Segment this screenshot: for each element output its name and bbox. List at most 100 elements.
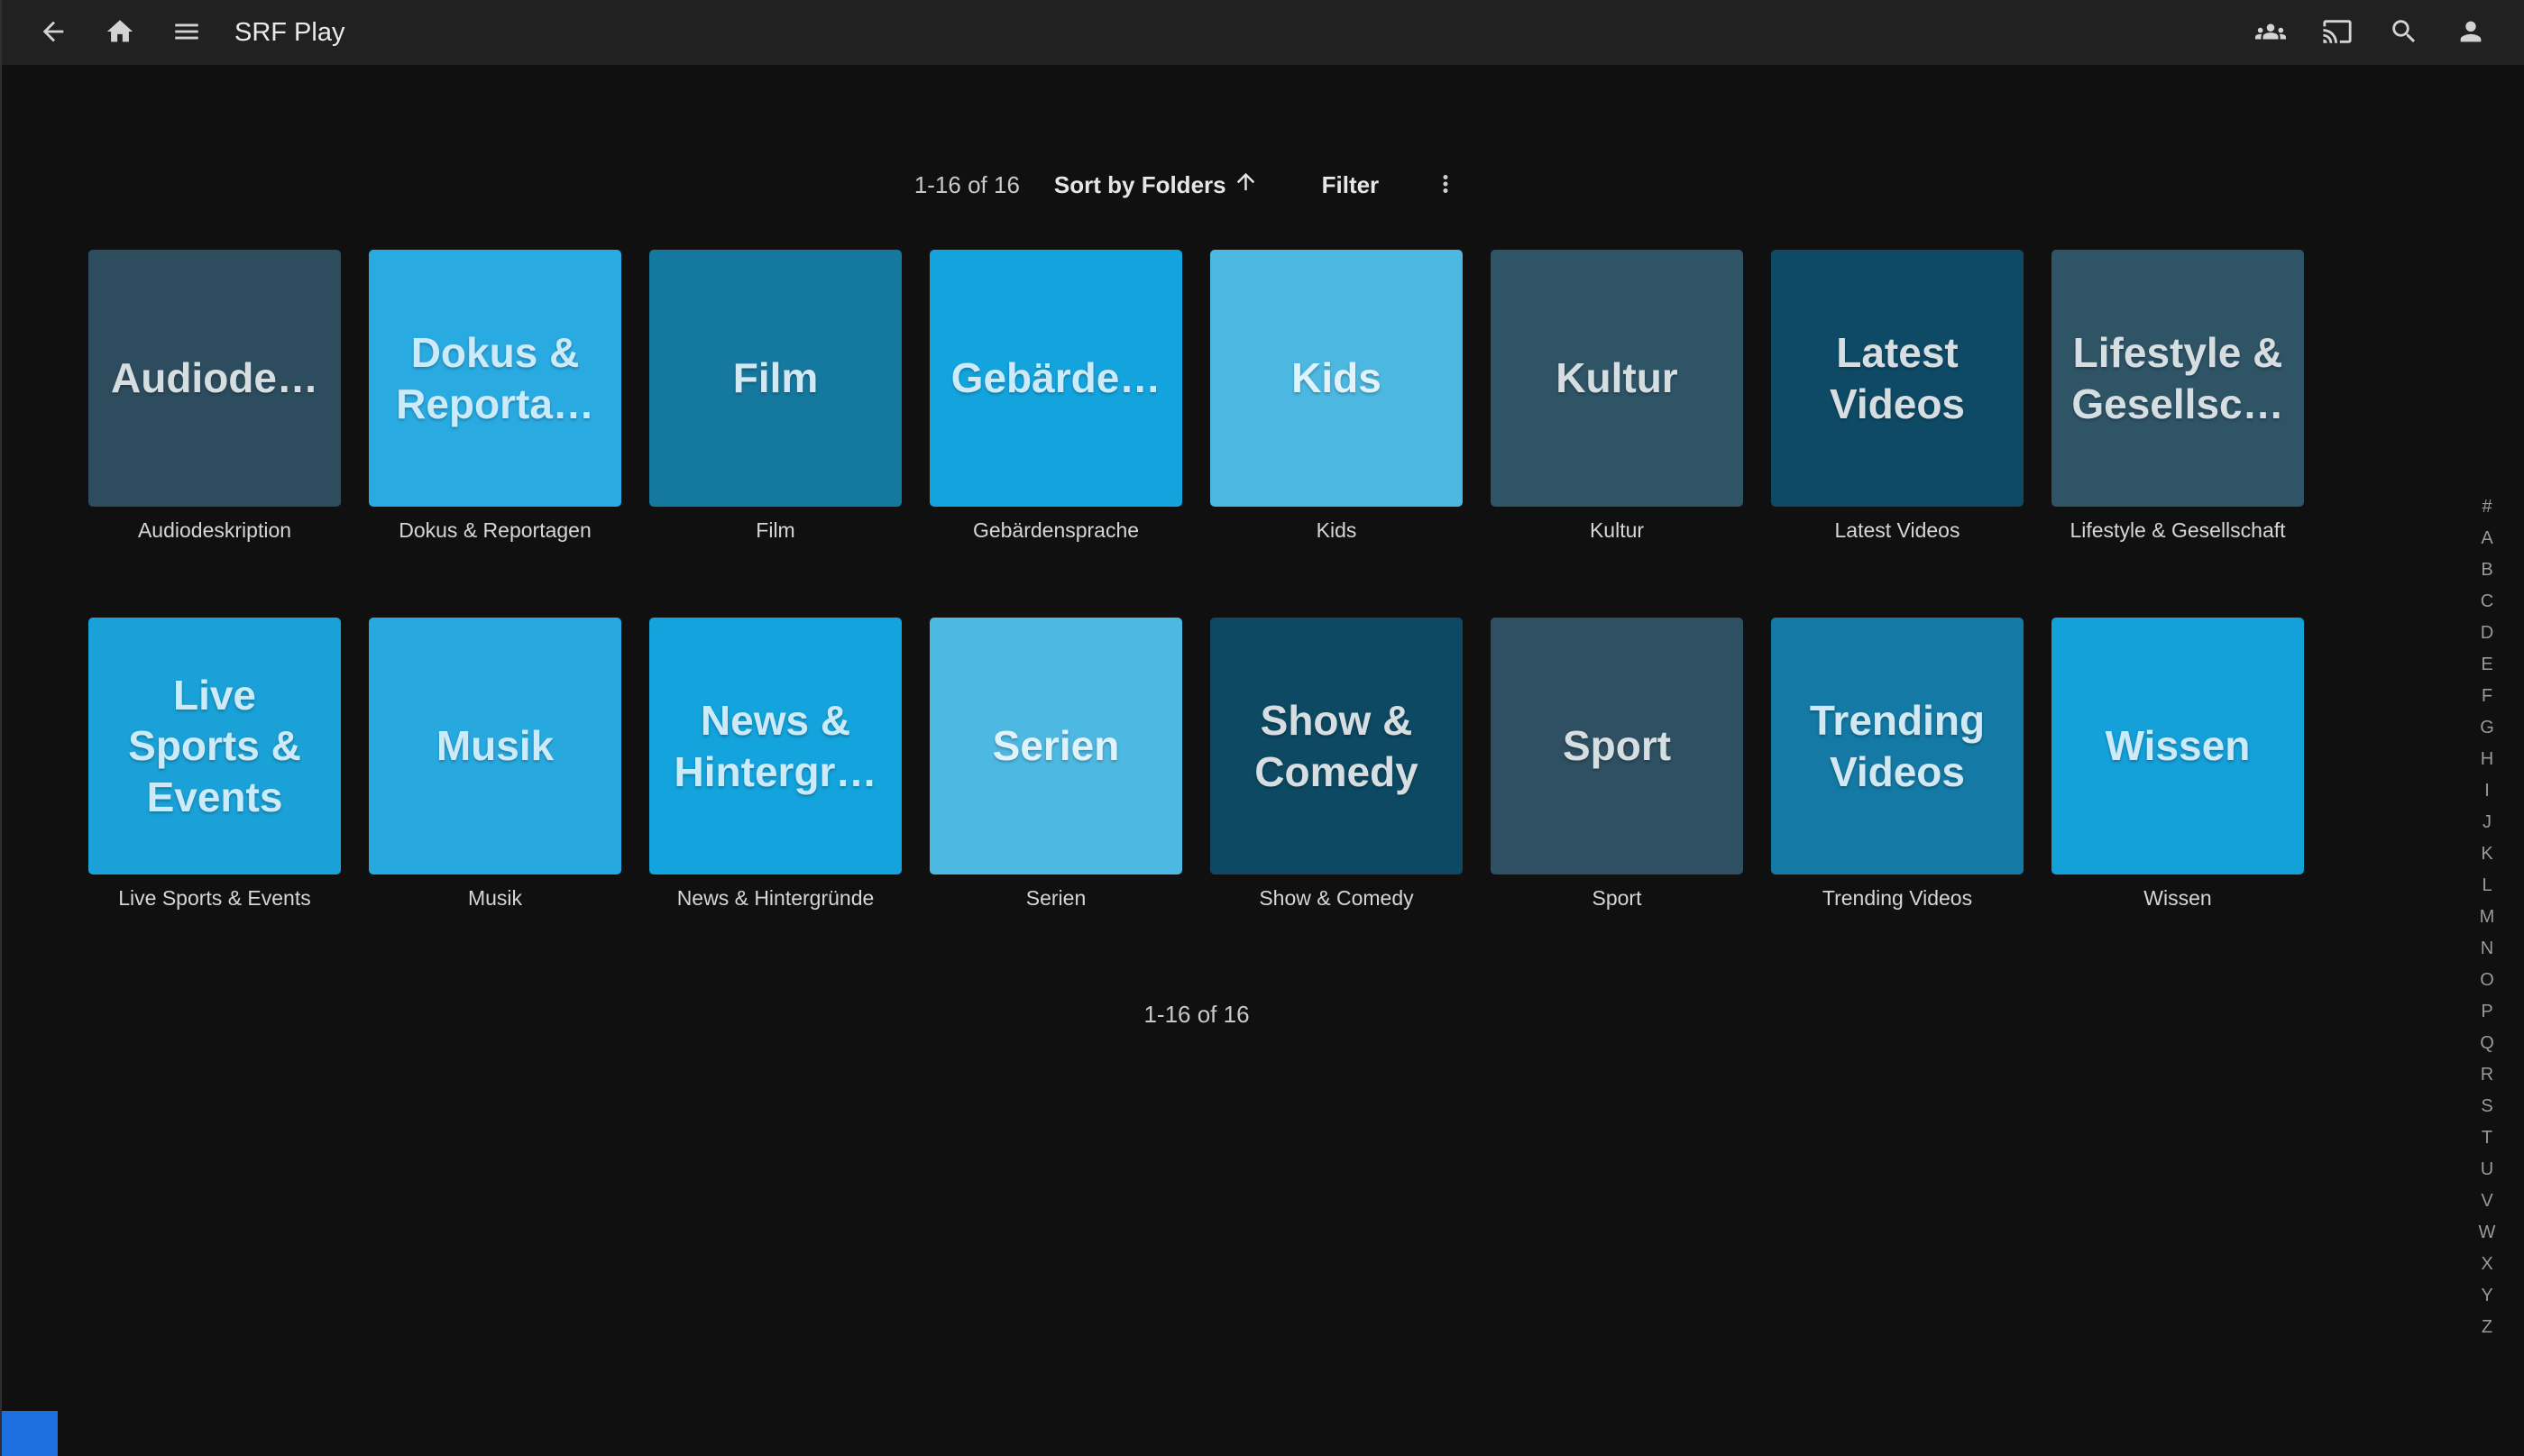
folder-card-label: Serien [930, 885, 1182, 911]
folder-card-label: Wissen [2051, 885, 2304, 911]
folder-card[interactable]: Sport [1491, 618, 1743, 875]
search-button[interactable] [2381, 9, 2428, 56]
folder-card-label: Latest Videos [1771, 517, 2024, 543]
alphabet-letter[interactable]: # [2469, 491, 2505, 523]
sort-button[interactable]: Sort by Folders [1054, 169, 1259, 201]
folder-card-cell: Gebärde…Gebärdensprache [930, 250, 1182, 543]
folder-card[interactable]: Audiode… [88, 250, 341, 507]
kebab-menu-icon [1432, 170, 1459, 200]
alphabet-letter[interactable]: S [2469, 1091, 2505, 1122]
folder-card-cell: News & Hintergr… News & Hintergründe [649, 618, 902, 911]
alphabet-letter[interactable]: V [2469, 1186, 2505, 1217]
filter-button[interactable]: Filter [1322, 171, 1380, 199]
folder-card[interactable]: Live Sports & Events [88, 618, 341, 875]
home-button[interactable] [96, 9, 143, 56]
folder-card-cell: Kultur Kultur [1491, 250, 1743, 543]
alphabet-letter[interactable]: K [2469, 838, 2505, 870]
alphabet-letter[interactable]: F [2469, 681, 2505, 712]
folder-card-title: Serien [993, 720, 1120, 771]
back-button[interactable] [30, 9, 77, 56]
alphabet-letter[interactable]: C [2469, 586, 2505, 618]
alphabet-letter[interactable]: Y [2469, 1280, 2505, 1312]
alphabet-letter[interactable]: J [2469, 807, 2505, 838]
alphabet-letter[interactable]: T [2469, 1122, 2505, 1154]
folder-card-title: Sport [1563, 720, 1671, 771]
folder-card[interactable]: Gebärde… [930, 250, 1182, 507]
folder-card-label: Show & Comedy [1210, 885, 1463, 911]
alphabet-letter[interactable]: A [2469, 523, 2505, 554]
folder-card[interactable]: Wissen [2051, 618, 2304, 875]
folder-card-label: News & Hintergründe [649, 885, 902, 911]
folder-card-title: Lifestyle & Gesellsc… [2071, 327, 2283, 428]
folder-card-cell: Wissen Wissen [2051, 618, 2304, 911]
cast-icon [2322, 16, 2353, 50]
alphabet-letter[interactable]: L [2469, 870, 2505, 902]
folder-card-cell: Musik Musik [369, 618, 621, 911]
folder-card[interactable]: Trending Videos [1771, 618, 2024, 875]
alphabet-letter[interactable]: Q [2469, 1028, 2505, 1059]
folder-card-cell: FilmFilm [649, 250, 902, 543]
alphabet-letter[interactable]: X [2469, 1249, 2505, 1280]
folder-card[interactable]: Latest Videos [1771, 250, 2024, 507]
folder-card-title: News & Hintergr… [675, 695, 877, 796]
folder-card-label: Live Sports & Events [88, 885, 341, 911]
back-icon [38, 16, 69, 50]
home-icon [105, 16, 135, 50]
folder-card-title: Gebärde… [951, 353, 1161, 403]
search-icon [2389, 16, 2419, 50]
syncplay-button[interactable] [2247, 9, 2294, 56]
alphabet-letter[interactable]: U [2469, 1154, 2505, 1186]
folder-card-label: Dokus & Reportagen [369, 517, 621, 543]
folder-card-title: Musik [436, 720, 554, 771]
folder-card-cell: Dokus & Reporta… Dokus & Reportagen [369, 250, 621, 543]
cast-button[interactable] [2314, 9, 2361, 56]
syncplay-group-icon [2255, 16, 2286, 50]
alphabet-letter[interactable]: N [2469, 933, 2505, 965]
folder-card-label: Musik [369, 885, 621, 911]
folder-card-title: Show & Comedy [1254, 695, 1418, 796]
folder-card-title: Film [733, 353, 819, 403]
folder-card[interactable]: Kids [1210, 250, 1463, 507]
folder-card[interactable]: Kultur [1491, 250, 1743, 507]
folder-card-title: Audiode… [111, 353, 318, 403]
alphabet-letter[interactable]: W [2469, 1217, 2505, 1249]
alphabet-letter[interactable]: O [2469, 965, 2505, 996]
folder-card[interactable]: Film [649, 250, 902, 507]
page-title: SRF Play [234, 18, 344, 48]
folder-card-title: Dokus & Reporta… [396, 327, 594, 428]
alphabet-letter[interactable]: R [2469, 1059, 2505, 1091]
folder-card-label: Audiodeskription [88, 517, 341, 543]
window-edge-line [0, 0, 2, 1456]
folder-card[interactable]: Lifestyle & Gesellsc… [2051, 250, 2304, 507]
alphabet-letter[interactable]: B [2469, 554, 2505, 586]
alphabet-letter[interactable]: E [2469, 649, 2505, 681]
top-bar: SRF Play [0, 0, 2524, 65]
alphabet-letter[interactable]: H [2469, 744, 2505, 775]
folder-card-label: Sport [1491, 885, 1743, 911]
alphabet-letter[interactable]: M [2469, 902, 2505, 933]
folder-card[interactable]: Musik [369, 618, 621, 875]
folder-card-label: Kids [1210, 517, 1463, 543]
folder-card-title: Live Sports & Events [128, 670, 301, 821]
folder-card-cell: Show & Comedy Show & Comedy [1210, 618, 1463, 911]
folder-card[interactable]: News & Hintergr… [649, 618, 902, 875]
more-options-button[interactable] [1422, 161, 1469, 208]
menu-button[interactable] [163, 9, 210, 56]
user-button[interactable] [2447, 9, 2494, 56]
alphabet-letter[interactable]: Z [2469, 1312, 2505, 1343]
folder-card[interactable]: Dokus & Reporta… [369, 250, 621, 507]
folder-card-title: Wissen [2106, 720, 2251, 771]
alphabet-letter[interactable]: P [2469, 996, 2505, 1028]
folder-grid: Audiode… Audiodeskription Dokus & Reporta…… [88, 250, 2304, 911]
alphabet-letter[interactable]: D [2469, 618, 2505, 649]
folder-card[interactable]: Show & Comedy [1210, 618, 1463, 875]
alphabet-letter[interactable]: G [2469, 712, 2505, 744]
alphabet-letter[interactable]: I [2469, 775, 2505, 807]
folder-card-label: Kultur [1491, 517, 1743, 543]
menu-icon [171, 16, 202, 50]
folder-card-title: Kids [1291, 353, 1381, 403]
folder-card-title: Latest Videos [1830, 327, 1965, 428]
alphabet-picker: #ABCDEFGHIJKLMNOPQRSTUVWXYZ [2469, 491, 2505, 1343]
folder-card[interactable]: Serien [930, 618, 1182, 875]
folder-card-label: Trending Videos [1771, 885, 2024, 911]
